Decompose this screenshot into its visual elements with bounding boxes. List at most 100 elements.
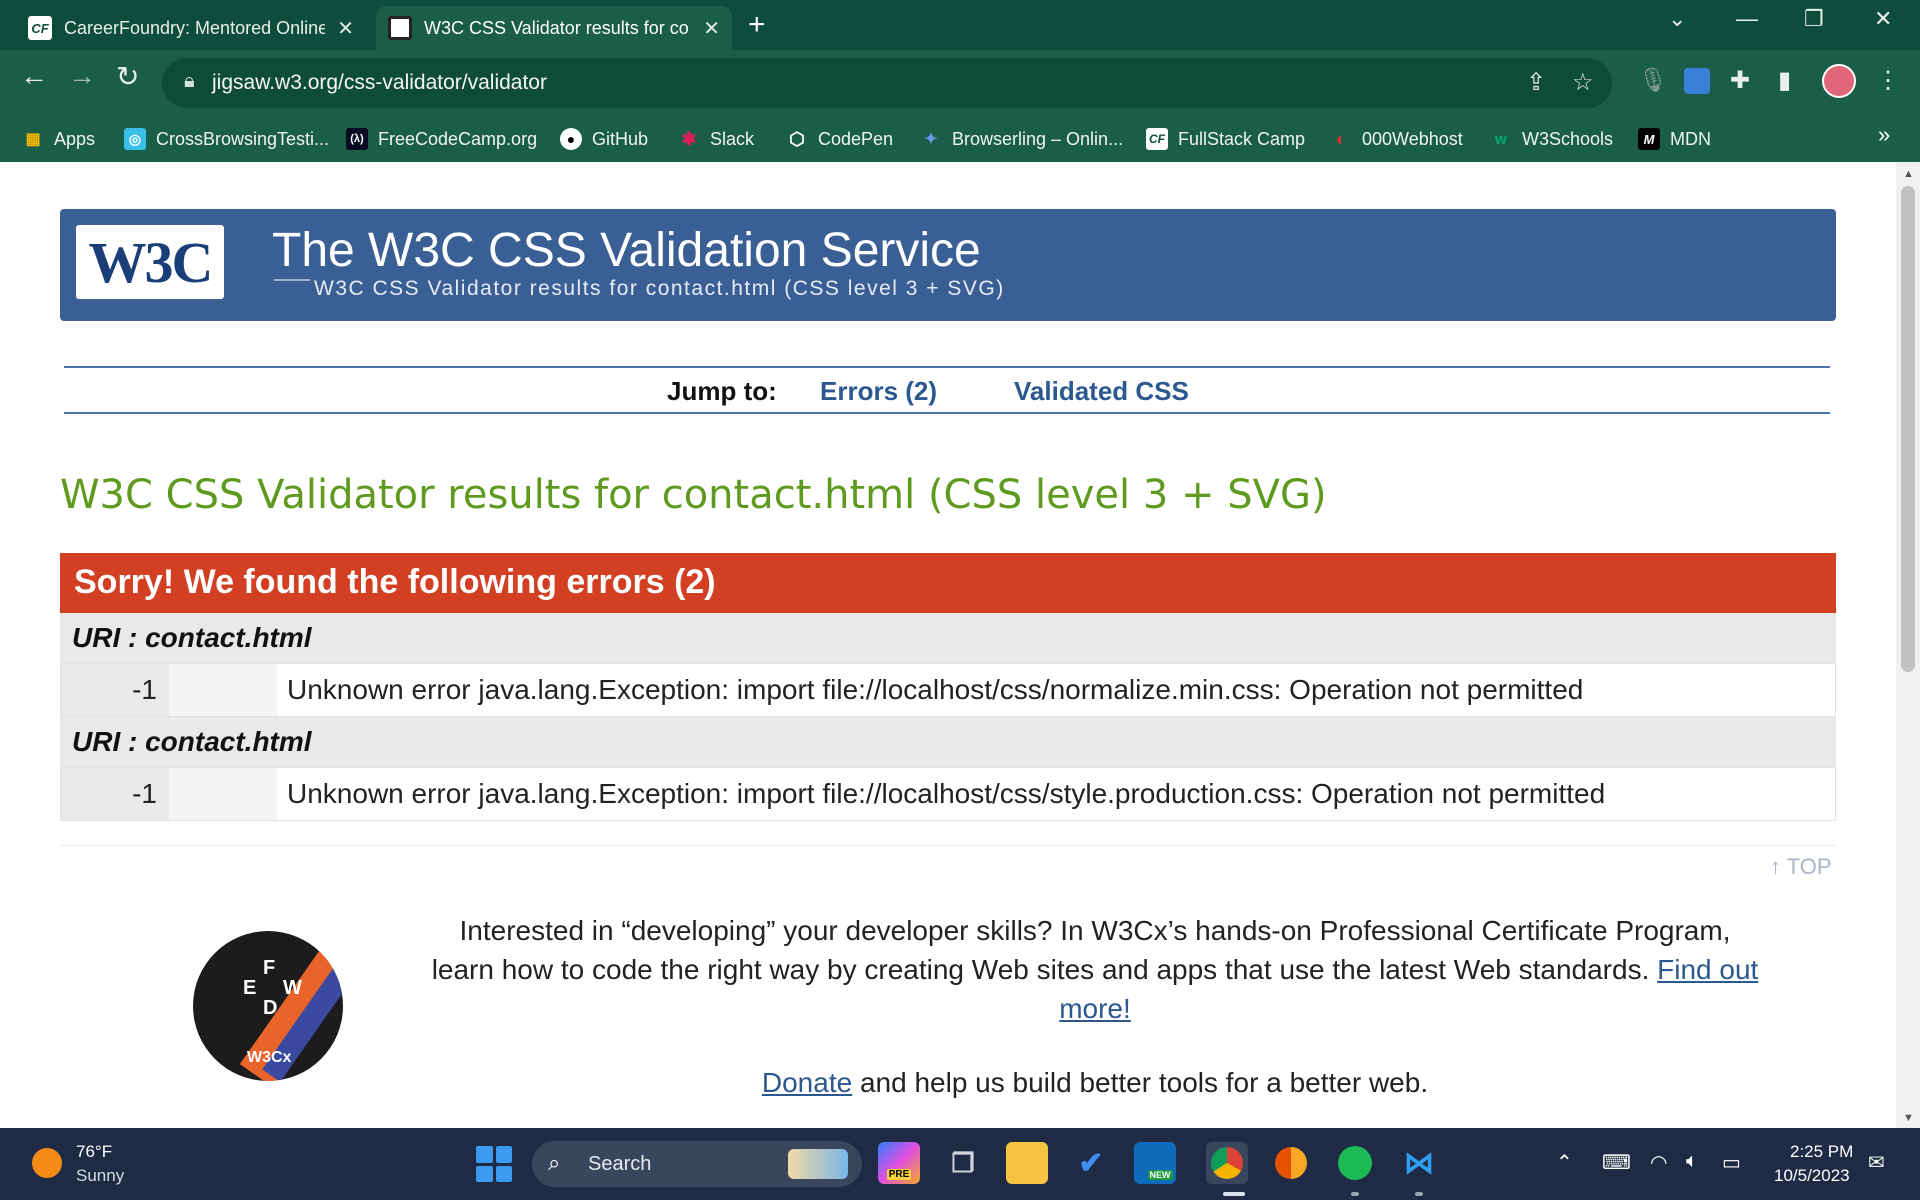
share-icon[interactable]: ⇪ xyxy=(1526,68,1546,97)
battery-icon[interactable]: ▭ xyxy=(1722,1150,1741,1175)
page-title: The W3C CSS Validation Service xyxy=(272,224,981,277)
chrome-logo-icon xyxy=(1211,1147,1243,1179)
table-row: -1 Unknown error java.lang.Exception: im… xyxy=(60,767,1836,821)
search-icon: ⌕ xyxy=(548,1150,561,1175)
task-view-icon[interactable]: ❐ xyxy=(942,1142,984,1184)
chevron-up-icon[interactable]: ⌃ xyxy=(1556,1150,1573,1175)
bookmark-codepen[interactable]: ⬡ CodePen xyxy=(786,124,893,154)
scroll-down-icon[interactable]: ▼ xyxy=(1903,1112,1914,1124)
crossbrowser-icon: ◎ xyxy=(124,128,146,150)
donate-link[interactable]: Donate xyxy=(762,1067,852,1098)
uri-row: URI : contact.html xyxy=(60,613,1836,663)
chrome-app-icon[interactable] xyxy=(1206,1142,1248,1184)
microphone-icon[interactable]: 🎙︎ xyxy=(1638,66,1668,95)
file-explorer-icon[interactable] xyxy=(1006,1142,1048,1184)
chrome-canary-app-icon[interactable] xyxy=(1270,1142,1312,1184)
bookmark-fullstack-camp[interactable]: CF FullStack Camp xyxy=(1146,124,1305,154)
scrollbar-thumb[interactable] xyxy=(1901,186,1915,672)
tab-title: CareerFoundry: Mentored Online xyxy=(64,17,326,38)
app-indicator xyxy=(1415,1192,1423,1196)
new-tab-button[interactable]: + xyxy=(748,8,766,42)
tab-title: W3C CSS Validator results for co xyxy=(424,17,689,38)
reload-button[interactable]: ↻ xyxy=(116,60,139,93)
bookmark-mdn[interactable]: M MDN xyxy=(1638,124,1711,154)
restore-button[interactable]: ❐ xyxy=(1804,6,1824,32)
banner-divider xyxy=(274,279,310,281)
clock-time[interactable]: 2:25 PM xyxy=(1790,1142,1853,1162)
close-window-button[interactable]: ✕ xyxy=(1874,6,1892,32)
sun-icon[interactable] xyxy=(32,1148,62,1178)
error-context-cell xyxy=(169,768,277,820)
notifications-icon[interactable]: ✉ xyxy=(1868,1150,1885,1175)
error-line-number: -1 xyxy=(61,768,169,820)
address-bar[interactable]: 🔒︎ jigsaw.w3.org/css-validator/validator… xyxy=(162,58,1612,108)
star-icon[interactable]: ☆ xyxy=(1572,68,1594,97)
badge-letter: F xyxy=(263,957,276,979)
side-panel-icon[interactable]: ▮ xyxy=(1778,66,1791,95)
bookmark-000webhost[interactable]: ◐ 000Webhost xyxy=(1330,124,1463,154)
bookmark-slack[interactable]: ✱ Slack xyxy=(678,124,754,154)
bookmark-crossbrowsing[interactable]: ◎ CrossBrowsingTesti... xyxy=(124,124,329,154)
close-icon[interactable]: ✕ xyxy=(337,16,354,41)
start-button[interactable] xyxy=(476,1146,512,1182)
menu-dots-icon[interactable]: ⋮ xyxy=(1876,66,1900,95)
todo-app-icon[interactable]: ✔ xyxy=(1070,1142,1112,1184)
bookmark-apps[interactable]: ▦ Apps xyxy=(22,124,95,154)
browserling-icon: ✦ xyxy=(924,131,938,148)
clock-date[interactable]: 10/5/2023 xyxy=(1774,1166,1850,1186)
outlook-app-icon[interactable]: NEW xyxy=(1134,1142,1176,1184)
tab-w3c-validator[interactable]: W3C CSS Validator results for co ✕ xyxy=(376,6,732,50)
wifi-icon[interactable]: ◠ xyxy=(1650,1150,1667,1175)
w3c-logo[interactable]: W3C xyxy=(76,225,224,299)
fewd-certificate-badge[interactable]: F E W D W3Cx xyxy=(193,931,343,1081)
bookmark-freecodecamp[interactable]: (λ) FreeCodeCamp.org xyxy=(346,124,537,154)
table-row: -1 Unknown error java.lang.Exception: im… xyxy=(60,663,1836,717)
forward-button[interactable]: → xyxy=(68,60,96,92)
more-bookmarks-button[interactable]: » xyxy=(1878,122,1890,148)
avatar[interactable] xyxy=(1822,64,1856,98)
tab-careerfoundry[interactable]: CF CareerFoundry: Mentored Online ✕ xyxy=(16,6,366,50)
scroll-up-icon[interactable]: ▲ xyxy=(1903,168,1914,180)
bookmark-w3schools[interactable]: w W3Schools xyxy=(1490,124,1613,154)
search-highlight-image xyxy=(788,1149,848,1179)
jump-errors-link[interactable]: Errors (2) xyxy=(820,376,937,407)
search-placeholder: Search xyxy=(588,1153,652,1175)
weather-description[interactable]: Sunny xyxy=(76,1166,124,1186)
errors-header-text: Sorry! We found the following errors (2) xyxy=(74,563,716,601)
page-scrollbar[interactable]: ▲ ▼ xyxy=(1896,162,1920,1128)
careerfoundry-icon: CF xyxy=(1146,128,1168,150)
minimize-button[interactable]: — xyxy=(1736,6,1758,32)
badge-letter: W xyxy=(283,977,302,999)
bookmark-github[interactable]: ● GitHub xyxy=(560,124,648,154)
puzzle-icon[interactable]: ✚ xyxy=(1730,66,1750,95)
error-context-cell xyxy=(169,664,277,716)
url-text[interactable]: jigsaw.w3.org/css-validator/validator xyxy=(212,71,547,95)
arrow-left-icon: ← xyxy=(20,60,48,91)
jump-validated-css-link[interactable]: Validated CSS xyxy=(1014,376,1189,407)
weather-temperature[interactable]: 76°F xyxy=(76,1142,112,1162)
vscode-app-icon[interactable]: ⋈ xyxy=(1398,1142,1440,1184)
taskbar: 76°F Sunny ⌕ Search PRE ❐ ✔ NEW ⋈ ⌃ ⌨ ◠ … xyxy=(0,1128,1920,1200)
bookmark-browserling[interactable]: ✦ Browserling – Onlin... xyxy=(920,124,1123,154)
taskbar-search[interactable]: ⌕ Search xyxy=(532,1141,862,1187)
jump-label: Jump to: xyxy=(667,376,777,406)
copilot-app-icon[interactable]: PRE xyxy=(878,1142,920,1184)
spotify-logo-icon xyxy=(1338,1146,1372,1180)
close-icon[interactable]: ✕ xyxy=(703,16,720,41)
reload-icon: ↻ xyxy=(116,61,140,92)
lock-icon[interactable]: 🔒︎ xyxy=(184,70,195,93)
back-button[interactable]: ← xyxy=(20,60,48,92)
extension-icon[interactable] xyxy=(1684,68,1710,94)
volume-icon[interactable]: 🔈︎ xyxy=(1686,1150,1698,1173)
badge-letter: E xyxy=(243,977,257,999)
donate-line: Donate and help us build better tools fo… xyxy=(761,1067,1429,1098)
validator-banner: W3C The W3C CSS Validation Service W3C C… xyxy=(60,209,1836,321)
spotify-app-icon[interactable] xyxy=(1334,1142,1376,1184)
tab-search-icon[interactable]: ⌄ xyxy=(1668,6,1686,32)
windows-logo-pane xyxy=(476,1146,493,1163)
windows-logo-pane xyxy=(476,1165,493,1182)
keyboard-icon[interactable]: ⌨ xyxy=(1602,1150,1631,1175)
error-message: Unknown error java.lang.Exception: impor… xyxy=(287,778,1606,809)
uri-row: URI : contact.html xyxy=(60,717,1836,767)
back-to-top-link[interactable]: ↑ TOP xyxy=(1770,854,1832,880)
